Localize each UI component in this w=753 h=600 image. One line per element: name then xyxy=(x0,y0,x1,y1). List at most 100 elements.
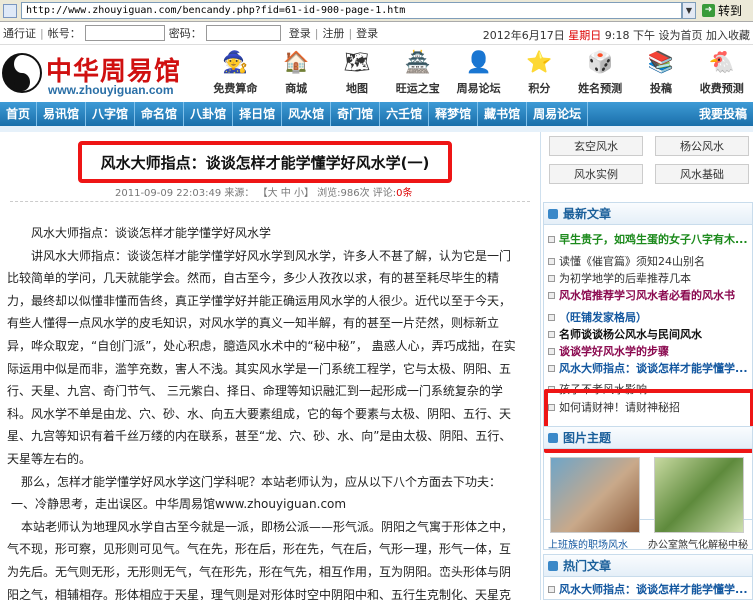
menu-item[interactable]: 择日馆 xyxy=(233,102,283,126)
main-menu: 首页 易讯馆 八字馆 命名馆 八卦馆 择日馆 风水馆 奇门馆 六壬馆 释梦馆 藏书馆 周易论坛 我要投稿 xyxy=(0,102,753,126)
menu-item[interactable]: 释梦馆 xyxy=(429,102,479,126)
menu-item[interactable]: 易讯馆 xyxy=(37,102,87,126)
bullet-icon xyxy=(548,274,555,282)
latest-article-link[interactable]: 读懂《催官篇》须知24山别名 xyxy=(548,253,705,269)
picture-topics-header: 图片主题 xyxy=(544,427,752,449)
account-input[interactable] xyxy=(84,25,165,41)
sidebar: 玄空风水 杨公风水 风水实例 风水基础 最新文章 早生贵子，如鸡生蛋的女子八字有… xyxy=(540,132,753,600)
menu-item[interactable]: 我要投稿 xyxy=(693,102,753,126)
article-paragraph: 讲风水大师指点：谈谈怎样才能学懂学好风水学到风水学，许多人不甚了解，认为它是一门… xyxy=(7,248,516,466)
weekday-text: 星期日 xyxy=(568,29,602,42)
article-title-highlight: 风水大师指点：谈谈怎样才能学懂学好风水学(一) xyxy=(78,141,452,183)
date-text: 2012年6月17日 xyxy=(482,29,565,42)
signin-link[interactable]: 登录 xyxy=(356,25,378,41)
nav-paid[interactable]: 🐔 收费预测 xyxy=(691,48,752,100)
nav-mall[interactable]: 🏠 商城 xyxy=(266,48,327,100)
date-area: 2012年6月17日 星期日 9:18 下午 设为首页 加入收藏 xyxy=(483,27,750,43)
latest-article-link[interactable]: 风水馆推荐学习风水者必看的风水书 xyxy=(548,287,735,303)
nav-submit[interactable]: 📚 投稿 xyxy=(631,48,692,100)
latest-article-link[interactable]: 谈谈学好风水学的步骤 xyxy=(548,343,669,359)
name-icon: 🎲 xyxy=(587,50,614,74)
time-text: 9:18 下午 xyxy=(604,29,655,42)
bullet-icon xyxy=(548,364,555,372)
address-bar: http://www.zhouyiguan.com/bencandy.php?f… xyxy=(0,0,753,22)
nav-fortune[interactable]: 🧙 免费算命 xyxy=(205,48,266,100)
taiji-icon xyxy=(2,53,42,93)
tag-yanggong[interactable]: 杨公风水 xyxy=(655,136,749,156)
menu-item[interactable]: 八字馆 xyxy=(86,102,136,126)
url-field[interactable]: http://www.zhouyiguan.com/bencandy.php?f… xyxy=(21,2,682,19)
submit-icon: 📚 xyxy=(647,50,675,74)
login-button[interactable]: 登录 xyxy=(289,25,311,41)
password-input[interactable] xyxy=(205,25,281,41)
hot-articles-header: 热门文章 xyxy=(544,555,752,577)
bullet-icon xyxy=(548,235,555,243)
menu-item[interactable]: 八卦馆 xyxy=(184,102,234,126)
nav-map[interactable]: 🗺 地图 xyxy=(327,48,388,100)
article-date: 2011-09-09 22:03:49 xyxy=(115,188,222,199)
menu-item[interactable]: 周易论坛 xyxy=(527,102,589,126)
bullet-icon xyxy=(548,347,555,355)
article-area: 风水大师指点：谈谈怎样才能学懂学好风水学(一) 2011-09-09 22:03… xyxy=(0,132,540,600)
topic-thumbnail-plants[interactable] xyxy=(654,457,744,533)
register-link[interactable]: 注册 xyxy=(322,25,344,41)
menu-item[interactable]: 命名馆 xyxy=(135,102,185,126)
tag-basics[interactable]: 风水基础 xyxy=(655,164,749,184)
treasure-icon: 🏯 xyxy=(404,50,431,74)
menu-item[interactable]: 六壬馆 xyxy=(380,102,430,126)
topic-thumbnail-office[interactable] xyxy=(550,457,640,533)
site-logo[interactable]: 中华周易馆 www.zhouyiguan.com xyxy=(2,51,202,97)
font-size-switch[interactable]: 【大 中 小】 xyxy=(258,188,314,199)
article-paragraph: 风水大师指点：谈谈怎样才能学懂学好风水学 xyxy=(31,226,272,240)
account-label: 帐号： xyxy=(47,27,81,40)
nav-points[interactable]: ⭐ 积分 xyxy=(509,48,570,100)
topic-caption[interactable]: 办公室煞气化解秘中秘 xyxy=(648,536,748,551)
logo-url: www.zhouyiguan.com xyxy=(48,83,174,97)
icon-nav: 🧙 免费算命 🏠 商城 🗺 地图 🏯 旺运之宝 👤 周易论坛 ⭐ 积分 🎲 姓名预测 📚 投稿 🐔 收费预测 xyxy=(205,48,753,100)
picture-topics-box: 图片主题 上班族的职场风水 办公室煞气化解秘中秘 xyxy=(543,426,753,551)
article-paragraph: 本站老师认为地理风水学自古至今就是一派，即杨公派——形气派。阴阳之气寓于形体之中… xyxy=(7,519,514,600)
hot-articles-box: 热门文章 风水大师指点：谈谈怎样才能学懂学... xyxy=(543,554,753,600)
add-favorite-link[interactable]: 加入收藏 xyxy=(706,29,750,42)
article-paragraph: 那么，怎样才能学懂学好风水学这门学科呢？本站老师认为，应从以下八个方面去下功夫： xyxy=(21,474,502,489)
menu-item[interactable]: 首页 xyxy=(0,102,38,126)
map-icon: 🗺 xyxy=(343,50,371,74)
set-homepage-link[interactable]: 设为首页 xyxy=(659,29,703,42)
topic-caption[interactable]: 上班族的职场风水 xyxy=(548,536,628,551)
menu-item[interactable]: 奇门馆 xyxy=(331,102,381,126)
bullet-icon xyxy=(548,291,555,299)
bullet-icon xyxy=(548,585,555,593)
paid-icon: 🐔 xyxy=(708,50,735,74)
latest-article-link[interactable]: 早生贵子，如鸡生蛋的女子八字有木... xyxy=(548,231,748,247)
bullet-icon xyxy=(548,330,555,338)
latest-article-link[interactable]: 风水大师指点：谈谈怎样才能学懂学... xyxy=(548,360,748,376)
mall-icon: 🏠 xyxy=(283,50,310,74)
section-icon xyxy=(548,560,558,571)
picture-grid: 上班族的职场风水 办公室煞气化解秘中秘 xyxy=(548,457,748,557)
nav-name[interactable]: 🎲 姓名预测 xyxy=(570,48,631,100)
latest-article-link[interactable]: （旺铺发家格局） xyxy=(548,309,647,325)
menu-item[interactable]: 藏书馆 xyxy=(478,102,528,126)
chevron-down-icon[interactable]: ▼ xyxy=(682,2,696,19)
bullet-icon xyxy=(548,257,555,265)
menu-item[interactable]: 风水馆 xyxy=(282,102,332,126)
hot-article-link[interactable]: 风水大师指点：谈谈怎样才能学懂学... xyxy=(548,581,748,597)
site-header: 中华周易馆 www.zhouyiguan.com 🧙 免费算命 🏠 商城 🗺 地图 🏯 旺运之… xyxy=(0,45,753,102)
nav-forum[interactable]: 👤 周易论坛 xyxy=(448,48,509,100)
forum-icon: 👤 xyxy=(465,50,492,74)
comment-count[interactable]: 0条 xyxy=(396,188,412,199)
tag-xuankong[interactable]: 玄空风水 xyxy=(549,136,643,156)
passport-label: 通行证 xyxy=(3,27,36,40)
latest-article-link[interactable]: 名师谈谈杨公风水与民间风水 xyxy=(548,326,702,342)
article-meta: 2011-09-09 22:03:49 来源： 【大 中 小】 浏览:986次 … xyxy=(115,184,413,199)
article-body: 风水大师指点：谈谈怎样才能学懂学好风水学 讲风水大师指点：谈谈怎样才能学懂学好风… xyxy=(7,222,522,600)
fortune-icon: 🧙 xyxy=(222,50,249,74)
article-title: 风水大师指点：谈谈怎样才能学懂学好风水学(一) xyxy=(100,153,430,172)
go-button[interactable]: ➜ 转到 xyxy=(702,2,750,20)
nav-treasure[interactable]: 🏯 旺运之宝 xyxy=(387,48,448,100)
go-arrow-icon: ➜ xyxy=(702,4,715,17)
login-bar: 通行证 | 帐号： 密码： 登录 | 注册 | 登录 2012年6月17日 星期… xyxy=(0,22,753,45)
tag-examples[interactable]: 风水实例 xyxy=(549,164,643,184)
page-icon xyxy=(3,3,17,18)
latest-article-link[interactable]: 为初学地学的后辈推荐几本 xyxy=(548,270,691,286)
